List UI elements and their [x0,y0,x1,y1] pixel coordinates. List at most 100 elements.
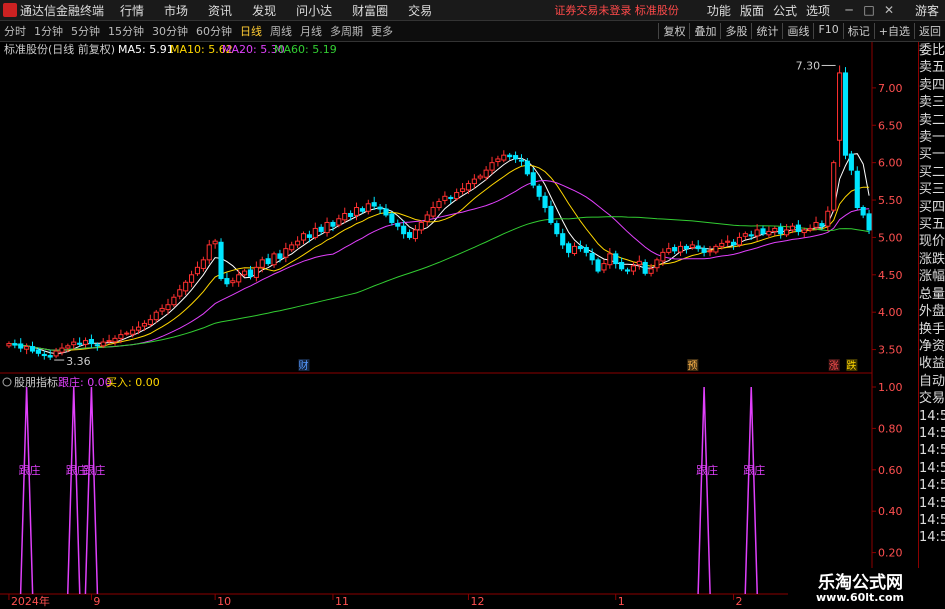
candle-body [471,178,477,185]
candle-body [242,270,248,276]
candle-body [666,248,672,253]
candle-body [295,240,301,246]
candle-body [454,192,460,200]
period-15min[interactable]: 15分钟 [108,23,144,39]
candle-body [513,155,519,160]
candle-body [530,172,536,186]
f10-button[interactable]: F10 [813,23,842,39]
side-label: 卖五 [919,60,945,76]
indicator-name: 股朋指标 [14,375,58,389]
candle-body [719,242,725,247]
draw-line-button[interactable]: 画线 [782,23,813,39]
menu-item-formula[interactable]: 公式 [773,2,797,19]
app-logo-icon [3,3,17,17]
candle-body [524,160,530,175]
period-monthly[interactable]: 月线 [300,23,322,39]
candle-body [660,251,666,262]
candle-body [654,259,660,269]
candle-body [6,343,12,347]
menu-item-quotes[interactable]: 行情 [120,2,144,19]
candle-body [754,229,760,237]
menu-item-news[interactable]: 资讯 [208,2,232,19]
period-more[interactable]: 更多 [371,23,393,39]
candle-body [548,205,554,223]
candle-body [371,202,377,207]
candle-body [789,225,796,231]
candle-body [165,304,171,311]
menu-item-fortune[interactable]: 财富圈 [352,2,388,19]
menu-item-trade[interactable]: 交易 [408,2,432,19]
candle-body [177,289,183,297]
indicator-tick-label: 0.20 [878,547,903,560]
period-multi[interactable]: 多周期 [330,23,363,39]
indicator-tick-label: 0.40 [878,505,903,518]
side-time: 14:56 [919,425,945,441]
period-intraday[interactable]: 分时 [4,23,26,39]
side-label: 涨跌 [919,251,945,267]
period-1min[interactable]: 1分钟 [34,23,63,39]
candle-body [283,248,289,258]
candle-body [77,342,83,345]
title-bar: 通达信金融终端 行情 市场 资讯 发现 问小达 财富圈 交易 证券交易未登录 标… [0,0,945,21]
candle-body [300,233,307,241]
overlay-button[interactable]: 叠加 [689,23,720,39]
watermark-url: www.60lt.com [816,591,905,604]
side-label[interactable]: 交易 [919,390,945,407]
signal-spike [697,386,711,595]
add-watchlist-button[interactable]: +自选 [873,23,914,39]
minimize-icon[interactable]: ─ [839,3,859,17]
menu-item-market[interactable]: 市场 [164,2,188,19]
candle-body [342,212,348,221]
menu-item-discover[interactable]: 发现 [252,2,276,19]
multi-stock-button[interactable]: 多股 [720,23,751,39]
menu-item-options[interactable]: 选项 [806,2,830,19]
period-5min[interactable]: 5分钟 [71,23,100,39]
period-60min[interactable]: 60分钟 [196,23,232,39]
candle-body [224,278,230,285]
maximize-icon[interactable]: □ [859,3,879,17]
side-label[interactable]: 自动 [919,373,945,390]
kline-chart[interactable]: 3.50 4.00 4.50 5.00 5.50 6.00 6.50 7.00 标准股份(日线 … [0,42,918,609]
fuquan-button[interactable]: 复权 [658,23,689,39]
price-tick-label: 4.50 [878,269,903,282]
candle-body [212,240,218,245]
signal-text: 跟庄 [83,463,105,477]
stats-button[interactable]: 统计 [751,23,782,39]
close-icon[interactable]: ✕ [879,3,899,17]
period-30min[interactable]: 30分钟 [152,23,188,39]
indicator-tick-label: 0.60 [878,464,903,477]
candle-body [171,296,177,306]
menu-item-ask[interactable]: 问小达 [296,2,332,19]
candle-body [607,253,613,266]
menu-item-layout[interactable]: 版面 [740,2,764,19]
candle-body [100,341,106,347]
toolbar-right: 复权 叠加 多股 统计 画线 F10 标记 +自选 返回 [658,23,945,39]
candle-body [648,268,654,274]
side-label: 卖四 [919,77,945,93]
side-time: 14:56 [919,530,945,546]
candle-body [730,241,737,246]
side-time: 14:56 [919,460,945,476]
date-tick-label: 12 [470,595,484,608]
candle-body [460,188,466,192]
indicator-toggle-icon [2,377,12,387]
period-weekly[interactable]: 周线 [270,23,292,39]
candle-body [41,353,47,357]
menu-item-function[interactable]: 功能 [707,2,731,19]
date-tick-label: 2024年 [11,594,50,608]
candle-body [130,329,136,335]
candle-body [430,207,436,217]
candle-body [47,355,53,358]
candle-body [365,203,371,212]
candle-body [807,227,813,231]
guest-label[interactable]: 游客 [915,2,939,19]
candle-body [854,170,860,209]
candle-body [112,337,118,343]
mark-button[interactable]: 标记 [842,23,874,39]
back-button[interactable]: 返回 [914,23,945,39]
candle-body [424,214,430,222]
side-label: 现价 [919,234,945,250]
period-daily[interactable]: 日线 [240,23,262,39]
indicator-tick-label: 1.00 [878,381,903,394]
candle-body [353,207,360,216]
